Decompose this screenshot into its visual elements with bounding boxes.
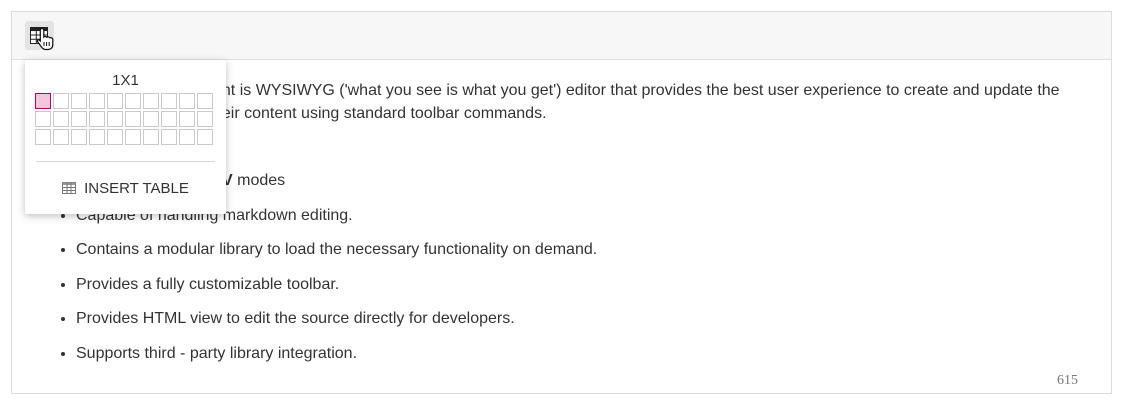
list-item: Provides HTML view to edit the source di… [76,309,976,344]
table-grid-cell[interactable] [35,111,51,127]
table-icon [62,182,77,194]
table-grid-cell[interactable] [89,129,105,145]
table-grid-cell[interactable] [197,111,213,127]
table-grid-cell[interactable] [197,93,213,109]
table-grid-cell[interactable] [161,129,177,145]
insert-table-label: INSERT TABLE [84,179,189,197]
table-grid-cell[interactable] [89,93,105,109]
table-grid-cell[interactable] [107,93,123,109]
list-item-text: modes [232,172,286,189]
table-grid-cell[interactable] [125,111,141,127]
table-grid-cell[interactable] [53,111,69,127]
popup-divider [36,161,215,162]
insert-table-popup: 1X1 INSERT TABLE [25,60,226,214]
table-grid-cell[interactable] [35,129,51,145]
table-grid-cell[interactable] [107,129,123,145]
table-grid-cell[interactable] [125,93,141,109]
table-grid-cell[interactable] [161,93,177,109]
list-item-text: Supports third - party library integrati… [76,344,358,362]
table-grid-cell[interactable] [161,111,177,127]
list-item: Contains a modular library to load the n… [76,240,976,275]
table-grid-cell[interactable] [143,93,159,109]
table-grid-cell[interactable] [53,129,69,145]
table-grid-cell[interactable] [71,111,87,127]
table-grid-cell[interactable] [35,93,51,109]
table-grid-cell[interactable] [197,129,213,145]
editor-toolbar [12,12,1111,60]
table-grid-cell[interactable] [107,111,123,127]
table-size-label: 1X1 [112,72,139,89]
table-grid-cell[interactable] [71,93,87,109]
list-item-text: Provides HTML view to edit the source di… [76,310,515,327]
intro-line-1: ent is WYSIWYG ('what you see is what yo… [213,82,1060,99]
table-grid-cell[interactable] [53,93,69,109]
list-item-text: Contains a modular library to load the n… [76,241,598,258]
word-count: 615 [1057,373,1078,388]
list-item: Supports third - party library integrati… [76,344,976,379]
table-grid-cell[interactable] [143,129,159,145]
list-item-text: Provides a fully customizable toolbar. [76,275,340,293]
insert-table-button-popup[interactable]: INSERT TABLE [25,173,226,203]
table-grid-cell[interactable] [179,129,195,145]
table-grid-cell[interactable] [125,129,141,145]
table-grid-cell[interactable] [89,111,105,127]
table-size-grid [35,93,213,145]
table-grid-cell[interactable] [143,111,159,127]
table-grid-cell[interactable] [179,93,195,109]
intro-line-2: heir content using standard toolbar comm… [213,105,547,122]
table-grid-cell[interactable] [179,111,195,127]
hand-cursor-icon [36,27,54,51]
list-item: Provides a fully customizable toolbar. [76,275,976,310]
table-grid-cell[interactable] [71,129,87,145]
